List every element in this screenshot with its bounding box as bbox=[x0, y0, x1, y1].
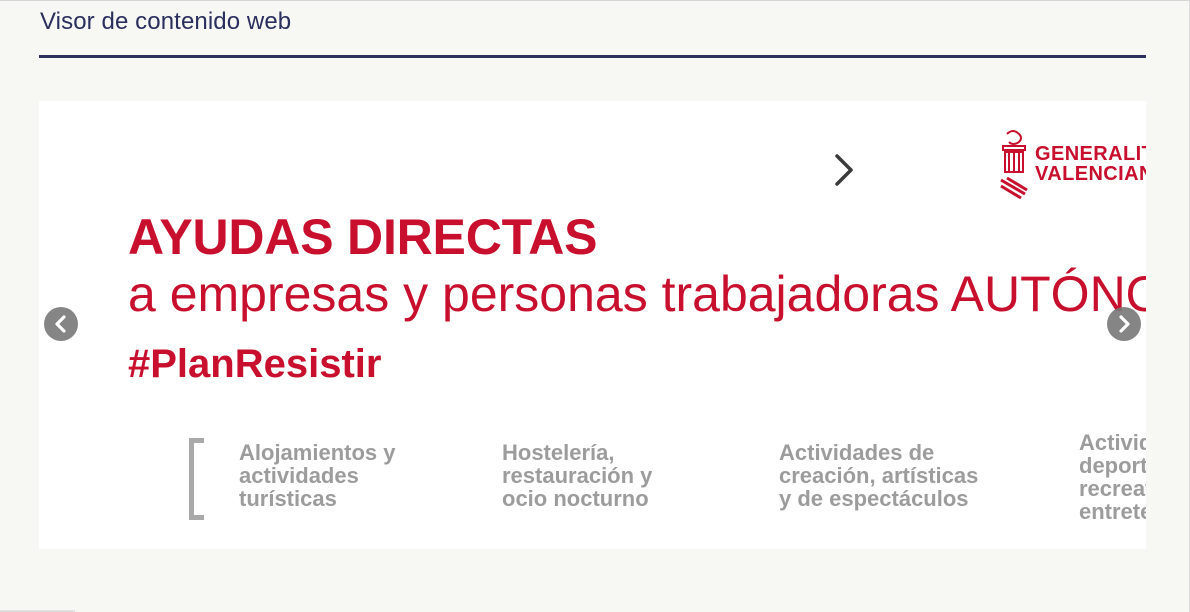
logo-text-line-2: VALENCIANA bbox=[1035, 163, 1146, 185]
top-border bbox=[0, 0, 1190, 1]
category-line: deportivas, bbox=[1079, 453, 1146, 478]
category-item: Alojamientos y actividades turísticas bbox=[239, 441, 395, 510]
banner-hashtag: #PlanResistir bbox=[128, 342, 382, 386]
carousel-next-button[interactable] bbox=[1107, 307, 1141, 341]
slide-chevron-right-icon[interactable] bbox=[834, 153, 856, 187]
chevron-left-circle-icon bbox=[55, 315, 66, 333]
category-line: ocio nocturno bbox=[502, 486, 649, 511]
chevron-right-circle-icon bbox=[1119, 315, 1130, 333]
banner-headline: AYUDAS DIRECTAS bbox=[128, 209, 598, 265]
category-line: turísticas bbox=[239, 486, 337, 511]
category-line: Actividades bbox=[1079, 430, 1146, 455]
category-line: Hostelería, bbox=[502, 440, 615, 465]
category-item: Actividades de creación, artísticas y de… bbox=[779, 441, 978, 510]
category-line: Alojamientos y bbox=[239, 440, 396, 465]
bracket-decoration bbox=[189, 438, 204, 520]
category-item: Hostelería, restauración y ocio nocturno bbox=[502, 441, 652, 510]
category-line: actividades bbox=[239, 463, 359, 488]
title-underline bbox=[39, 55, 1146, 58]
generalitat-crest-icon bbox=[1000, 130, 1028, 200]
category-line: y de espectáculos bbox=[779, 486, 969, 511]
category-item: Actividades deportivas, recreativas y de… bbox=[1079, 431, 1146, 523]
category-line: entretenimiento bbox=[1079, 499, 1146, 524]
category-line: Actividades de bbox=[779, 440, 935, 465]
category-line: creación, artísticas bbox=[779, 463, 979, 488]
web-content-viewer: GENERALITAT VALENCIANA AYUDAS DIRECTAS a… bbox=[39, 101, 1146, 549]
banner-subline: a empresas y personas trabajadoras AUTÓN… bbox=[128, 266, 1146, 322]
category-line: recreativas y de bbox=[1079, 476, 1146, 501]
portlet-title: Visor de contenido web bbox=[40, 8, 292, 35]
carousel-prev-button[interactable] bbox=[44, 307, 78, 341]
category-line: restauración y bbox=[502, 463, 653, 488]
